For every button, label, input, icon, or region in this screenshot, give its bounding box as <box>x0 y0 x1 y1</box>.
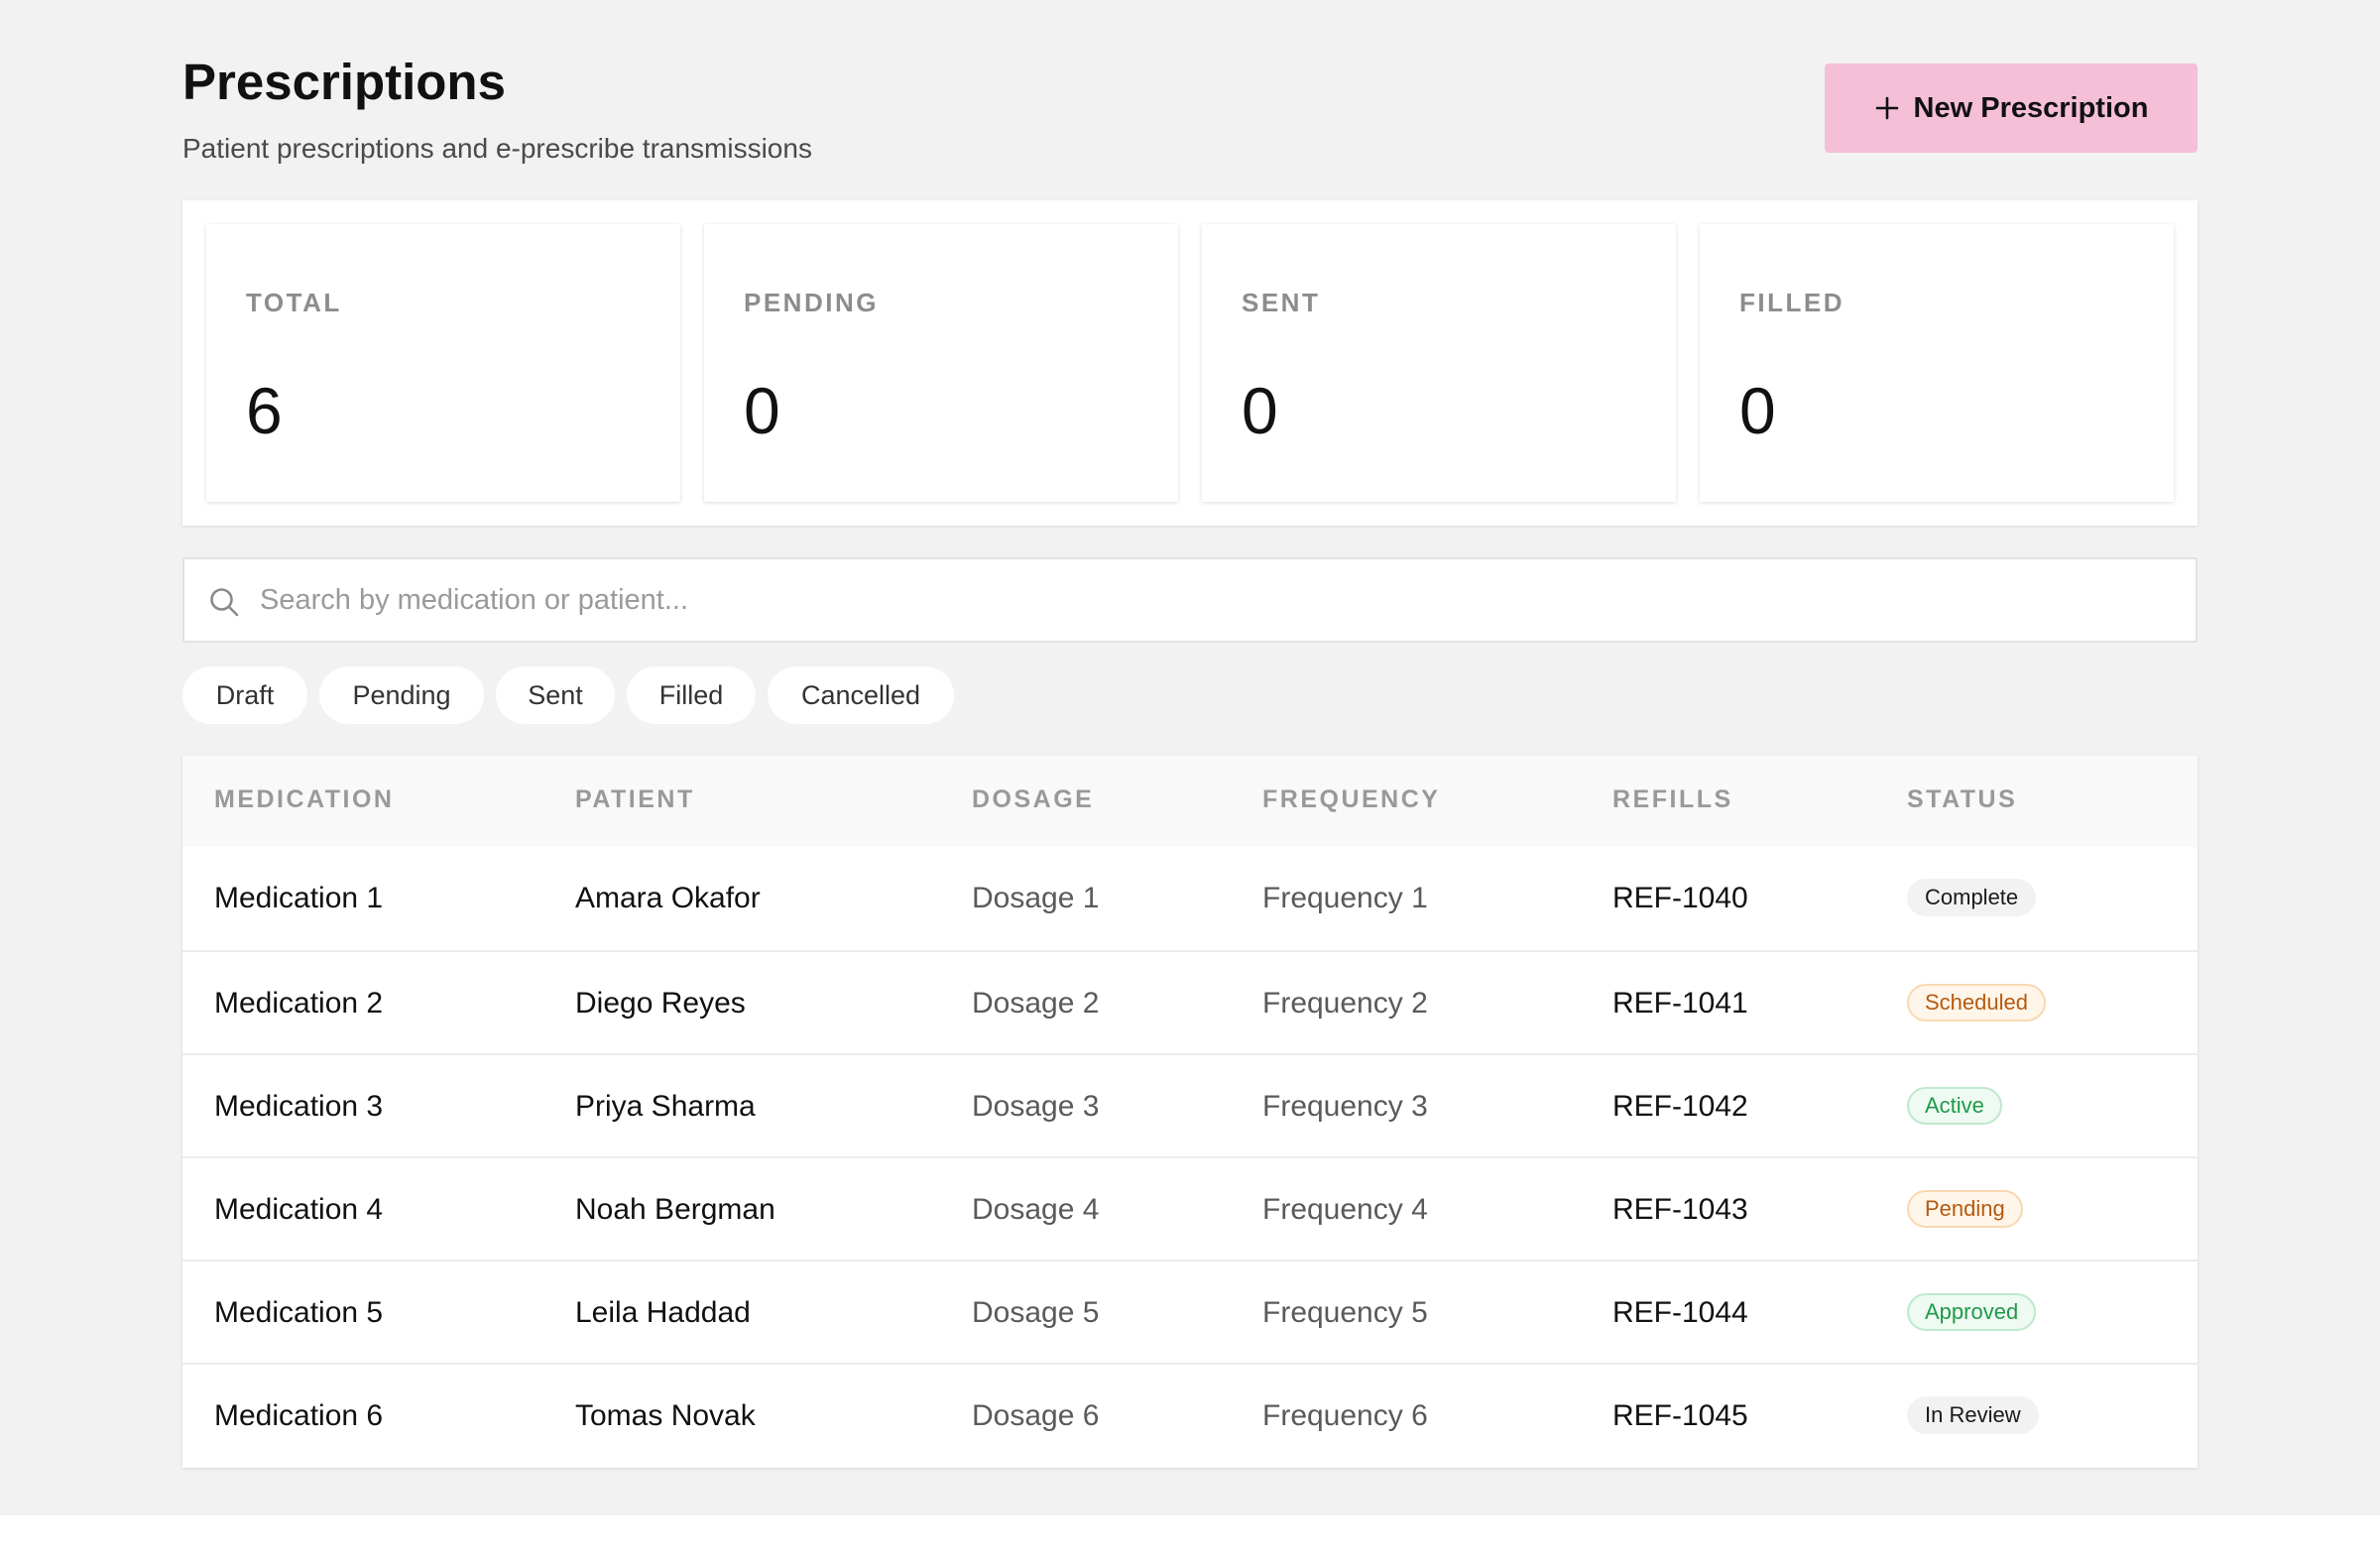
cell-dosage: Dosage 2 <box>972 987 1100 1020</box>
cell-frequency: Frequency 1 <box>1262 882 1428 914</box>
filter-chip-cancelled[interactable]: Cancelled <box>768 666 954 724</box>
cell-medication: Medication 6 <box>214 1399 384 1432</box>
stat-card-total: TOTAL 6 <box>206 224 680 502</box>
cell-refills: REF-1044 <box>1612 1296 1748 1329</box>
cell-medication: Medication 1 <box>214 882 384 914</box>
table-row[interactable]: Medication 3 Priya Sharma Dosage 3 Frequ… <box>182 1053 2198 1156</box>
search-input[interactable] <box>260 559 2144 641</box>
prescriptions-table: MEDICATION PATIENT DOSAGE FREQUENCY REFI… <box>182 756 2198 1468</box>
cell-medication: Medication 4 <box>214 1193 384 1226</box>
new-prescription-label: New Prescription <box>1913 91 2149 124</box>
search-icon <box>208 586 240 623</box>
status-badge: Complete <box>1907 879 2037 916</box>
cell-refills: REF-1040 <box>1612 882 1748 914</box>
status-badge: In Review <box>1907 1396 2039 1434</box>
column-header-status[interactable]: STATUS <box>1907 785 2017 814</box>
stat-card-filled: FILLED 0 <box>1700 224 2174 502</box>
cell-refills: REF-1043 <box>1612 1193 1748 1226</box>
cell-patient: Leila Haddad <box>575 1296 751 1329</box>
cell-frequency: Frequency 2 <box>1262 987 1428 1020</box>
filter-chip-filled[interactable]: Filled <box>627 666 756 724</box>
cell-patient: Diego Reyes <box>575 987 746 1020</box>
column-header-patient[interactable]: PATIENT <box>575 785 695 814</box>
column-header-frequency[interactable]: FREQUENCY <box>1262 785 1440 814</box>
table-row[interactable]: Medication 4 Noah Bergman Dosage 4 Frequ… <box>182 1156 2198 1260</box>
cell-frequency: Frequency 5 <box>1262 1296 1428 1329</box>
search-bar[interactable] <box>182 557 2198 643</box>
stat-label: FILLED <box>1739 288 1844 317</box>
cell-dosage: Dosage 3 <box>972 1090 1100 1123</box>
stat-value: 0 <box>1242 374 1278 447</box>
cell-medication: Medication 5 <box>214 1296 384 1329</box>
cell-patient: Amara Okafor <box>575 882 761 914</box>
filter-chip-pending[interactable]: Pending <box>319 666 484 724</box>
column-header-refills[interactable]: REFILLS <box>1612 785 1733 814</box>
page-title: Prescriptions <box>182 54 506 110</box>
stat-value: 6 <box>246 374 283 447</box>
page-subtitle: Patient prescriptions and e-prescribe tr… <box>182 133 812 164</box>
stat-value: 0 <box>1739 374 1776 447</box>
cell-frequency: Frequency 4 <box>1262 1193 1428 1226</box>
cell-refills: REF-1045 <box>1612 1399 1748 1432</box>
table-row[interactable]: Medication 5 Leila Haddad Dosage 5 Frequ… <box>182 1260 2198 1363</box>
filter-chip-draft[interactable]: Draft <box>182 666 307 724</box>
stat-card-sent: SENT 0 <box>1202 224 1676 502</box>
cell-dosage: Dosage 4 <box>972 1193 1100 1226</box>
column-header-medication[interactable]: MEDICATION <box>214 785 394 814</box>
cell-patient: Priya Sharma <box>575 1090 756 1123</box>
status-badge: Pending <box>1907 1190 2023 1228</box>
new-prescription-button[interactable]: New Prescription <box>1825 63 2198 153</box>
plus-icon <box>1874 95 1900 121</box>
cell-refills: REF-1041 <box>1612 987 1748 1020</box>
cell-frequency: Frequency 3 <box>1262 1090 1428 1123</box>
cell-medication: Medication 3 <box>214 1090 384 1123</box>
cell-frequency: Frequency 6 <box>1262 1399 1428 1432</box>
cell-medication: Medication 2 <box>214 987 384 1020</box>
stat-label: TOTAL <box>246 288 342 317</box>
status-badge: Scheduled <box>1907 984 2046 1022</box>
cell-patient: Tomas Novak <box>575 1399 756 1432</box>
table-row[interactable]: Medication 6 Tomas Novak Dosage 6 Freque… <box>182 1363 2198 1466</box>
cell-patient: Noah Bergman <box>575 1193 775 1226</box>
table-row[interactable]: Medication 2 Diego Reyes Dosage 2 Freque… <box>182 950 2198 1053</box>
cell-dosage: Dosage 5 <box>972 1296 1100 1329</box>
column-header-dosage[interactable]: DOSAGE <box>972 785 1094 814</box>
cell-refills: REF-1042 <box>1612 1090 1748 1123</box>
stats-panel: TOTAL 6 PENDING 0 SENT 0 FILLED 0 <box>182 200 2198 526</box>
stat-label: PENDING <box>744 288 879 317</box>
filter-chip-sent[interactable]: Sent <box>496 666 615 724</box>
status-badge: Approved <box>1907 1293 2037 1331</box>
status-badge: Active <box>1907 1087 2002 1125</box>
cell-dosage: Dosage 1 <box>972 882 1100 914</box>
stat-label: SENT <box>1242 288 1321 317</box>
cell-dosage: Dosage 6 <box>972 1399 1100 1432</box>
table-row[interactable]: Medication 1 Amara Okafor Dosage 1 Frequ… <box>182 847 2198 950</box>
stat-card-pending: PENDING 0 <box>704 224 1178 502</box>
stat-value: 0 <box>744 374 780 447</box>
table-header: MEDICATION PATIENT DOSAGE FREQUENCY REFI… <box>182 756 2198 847</box>
